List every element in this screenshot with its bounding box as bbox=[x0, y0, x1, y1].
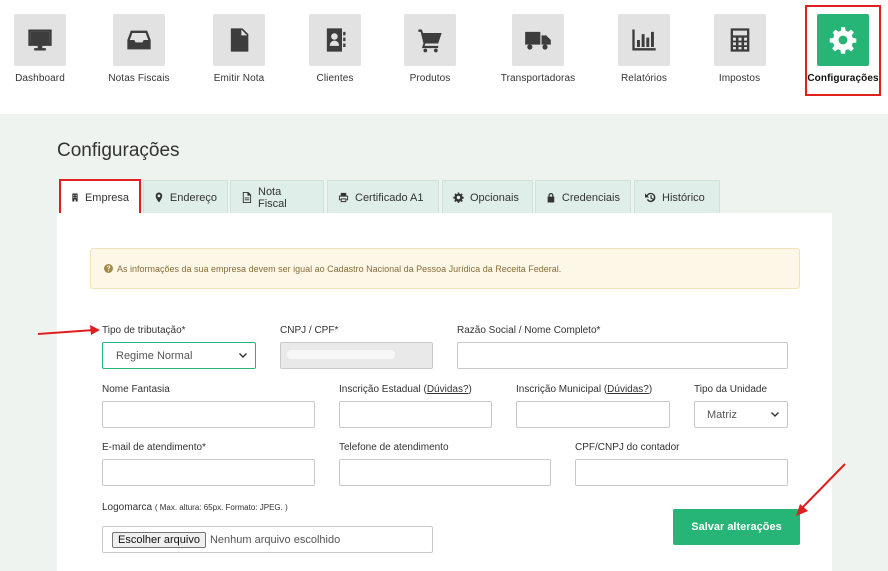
inscricao-estadual-input[interactable] bbox=[339, 401, 492, 428]
tab-opcionais[interactable]: Opcionais bbox=[442, 180, 533, 214]
inscricao-municipal-label-suffix: ) bbox=[648, 384, 653, 395]
inscricao-municipal-help-link[interactable]: Dúvidas? bbox=[607, 384, 649, 395]
logomarca-file-input[interactable]: Escolher arquivo Nenhum arquivo escolhid… bbox=[102, 526, 433, 553]
file-icon bbox=[242, 192, 252, 203]
tab-label: Histórico bbox=[662, 191, 705, 204]
nav-produtos[interactable]: Produtos bbox=[400, 0, 460, 114]
nav-label: Produtos bbox=[409, 73, 451, 84]
active-tab-highlight bbox=[59, 179, 141, 216]
tipo-tributacao-select[interactable]: Regime Normal bbox=[102, 342, 256, 369]
nav-dashboard[interactable]: Dashboard bbox=[11, 0, 69, 114]
calculator-icon bbox=[713, 14, 766, 66]
razao-social-input[interactable] bbox=[457, 342, 788, 369]
nav-label: Impostos bbox=[718, 73, 761, 84]
nome-fantasia-label: Nome Fantasia bbox=[102, 384, 170, 395]
email-atendimento-input[interactable] bbox=[102, 459, 315, 486]
logomarca-label-text: Logomarca bbox=[102, 502, 153, 513]
nome-fantasia-input[interactable] bbox=[102, 401, 315, 428]
monitor-icon bbox=[14, 14, 66, 66]
tipo-tributacao-value: Regime Normal bbox=[116, 349, 193, 362]
logomarca-label: Logomarca ( Max. altura: 65px. Formato: … bbox=[102, 502, 288, 513]
tipo-unidade-label: Tipo da Unidade bbox=[694, 384, 768, 395]
tab-label: Credenciais bbox=[561, 191, 620, 204]
tipo-tributacao-label: Tipo de tributação* bbox=[102, 325, 186, 336]
nav-label: Clientes bbox=[316, 73, 354, 84]
inscricao-estadual-help-link[interactable]: Dúvidas? bbox=[427, 384, 469, 395]
tab-nota-fiscal[interactable]: Nota Fiscal bbox=[230, 180, 324, 214]
nav-impostos[interactable]: Impostos bbox=[712, 0, 767, 114]
file-status: Nenhum arquivo escolhido bbox=[209, 533, 341, 546]
inbox-icon bbox=[113, 14, 165, 66]
razao-social-label: Razão Social / Nome Completo* bbox=[457, 325, 601, 336]
history-icon bbox=[645, 192, 656, 203]
alert-text: As informações da sua empresa devem ser … bbox=[117, 263, 562, 274]
tab-endereco[interactable]: Endereço bbox=[143, 180, 228, 214]
nav-label: Notas Fiscais bbox=[108, 73, 170, 84]
inscricao-estadual-label-suffix: ) bbox=[468, 384, 472, 395]
nav-notas-fiscais[interactable]: Notas Fiscais bbox=[106, 0, 172, 114]
nav-label: Relatórios bbox=[620, 73, 668, 84]
logomarca-hint: ( Max. altura: 65px. Formato: JPEG. ) bbox=[154, 503, 288, 512]
nav-transportadoras[interactable]: Transportadoras bbox=[497, 0, 579, 114]
inscricao-municipal-label-text: Inscrição Municipal ( bbox=[516, 384, 608, 395]
question-circle-icon bbox=[104, 264, 113, 273]
cpf-cnpj-contador-label: CPF/CNPJ do contador bbox=[575, 442, 680, 453]
document-icon bbox=[213, 14, 265, 66]
address-book-icon bbox=[309, 14, 361, 66]
tab-credenciais[interactable]: Credenciais bbox=[535, 180, 631, 214]
nav-clientes[interactable]: Clientes bbox=[306, 0, 364, 114]
page-title: Configurações bbox=[57, 140, 180, 161]
tipo-unidade-select[interactable]: Matriz bbox=[694, 401, 788, 428]
tab-label: Opcionais bbox=[470, 191, 519, 204]
cnpj-cpf-label: CNPJ / CPF* bbox=[280, 325, 339, 336]
chevron-down-icon bbox=[771, 412, 779, 417]
tab-historico[interactable]: Histórico bbox=[634, 180, 720, 214]
email-atendimento-label: E-mail de atendimento* bbox=[102, 442, 206, 453]
inscricao-municipal-label: Inscrição Municipal (Dúvidas?) bbox=[516, 384, 652, 395]
top-navigation: Dashboard Notas Fiscais Emitir Nota Clie… bbox=[0, 0, 888, 114]
chevron-down-icon bbox=[239, 353, 247, 358]
redacted-value bbox=[287, 350, 395, 359]
nav-emitir-nota[interactable]: Emitir Nota bbox=[209, 0, 269, 114]
cpf-cnpj-contador-input[interactable] bbox=[575, 459, 788, 486]
inscricao-estadual-label-text: Inscrição Estadual ( bbox=[339, 384, 427, 395]
printer-icon bbox=[338, 192, 349, 203]
tab-certificado-a1[interactable]: Certificado A1 bbox=[327, 180, 439, 214]
choose-file-button[interactable]: Escolher arquivo bbox=[112, 531, 206, 548]
info-alert: As informações da sua empresa devem ser … bbox=[90, 248, 800, 289]
inscricao-estadual-label: Inscrição Estadual (Dúvidas?) bbox=[339, 384, 472, 395]
lock-icon bbox=[547, 192, 555, 203]
gear-icon bbox=[453, 192, 464, 203]
map-marker-icon bbox=[155, 192, 163, 203]
tab-label: Certificado A1 bbox=[355, 191, 424, 204]
truck-icon bbox=[512, 14, 564, 66]
tab-label: Endereço bbox=[169, 191, 217, 204]
save-button[interactable]: Salvar alterações bbox=[673, 509, 800, 545]
bar-chart-icon bbox=[618, 14, 670, 66]
tab-label: Nota Fiscal bbox=[258, 185, 287, 210]
telefone-atendimento-input[interactable] bbox=[339, 459, 551, 486]
inscricao-municipal-input[interactable] bbox=[516, 401, 670, 428]
tipo-unidade-value: Matriz bbox=[707, 408, 737, 421]
telefone-atendimento-label: Telefone de atendimento bbox=[339, 442, 449, 453]
active-nav-highlight bbox=[805, 5, 881, 96]
nav-label: Transportadoras bbox=[500, 73, 576, 84]
cart-icon bbox=[404, 14, 456, 66]
nav-label: Dashboard bbox=[15, 73, 65, 84]
nav-relatorios[interactable]: Relatórios bbox=[615, 0, 673, 114]
nav-label: Emitir Nota bbox=[213, 73, 265, 84]
